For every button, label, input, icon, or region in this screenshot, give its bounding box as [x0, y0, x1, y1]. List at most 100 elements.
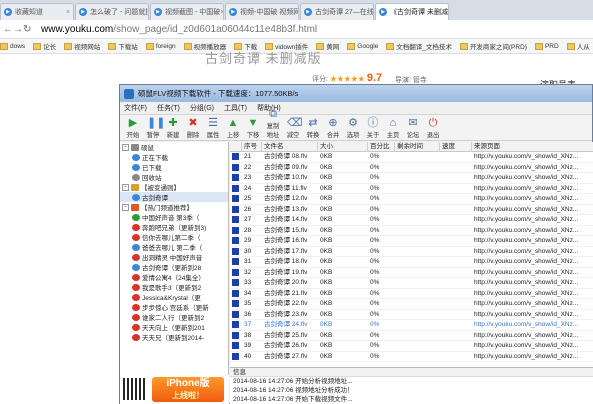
column-header[interactable]: 剩余时间 [395, 142, 440, 151]
toolbar-button[interactable]: ▼ 下移 [244, 117, 262, 139]
toolbar-button[interactable]: ❚❚ 暂停 [144, 117, 166, 139]
column-header[interactable]: 百分比 [368, 142, 395, 151]
toolbar-button[interactable]: ✚ 新建 [164, 117, 182, 139]
row-checkbox[interactable] [230, 173, 242, 183]
table-row[interactable]: 38 古剑奇谭 25.flv 0KB 0% http://v.youku.com/v_s… [230, 331, 593, 341]
row-checkbox[interactable] [230, 163, 242, 173]
tree-item[interactable]: 我是歌手3（更新到2 [120, 282, 228, 292]
row-checkbox[interactable] [230, 226, 242, 236]
bookmark-item[interactable]: 论长 [33, 41, 56, 51]
toolbar-button[interactable]: ⚙ 选项 [344, 117, 362, 139]
toolbar-button[interactable]: ⌫ 减空 [284, 117, 303, 139]
table-row[interactable]: 31 古剑奇谭 18.flv 0KB 0% http://v.youku.com/v_s… [230, 257, 593, 268]
row-checkbox[interactable] [230, 289, 242, 299]
tree-item[interactable]: 天天向上（更新到201 [120, 322, 228, 332]
row-checkbox[interactable] [230, 236, 242, 246]
address-bar[interactable]: ← → ↻ www.youku.com/show_page/id_z0d601a… [0, 20, 593, 39]
collapse-icon[interactable]: - [122, 143, 129, 151]
tree-item[interactable]: 爸爸去哪儿 第二季（ [120, 242, 228, 252]
column-header[interactable]: 文件名 [262, 142, 318, 151]
row-checkbox[interactable] [230, 299, 242, 309]
browser-tab[interactable]: ▶怎么破了 - 问题就搜说× [75, 3, 149, 20]
bookmark-item[interactable]: 下载站 [108, 41, 138, 51]
row-checkbox[interactable] [230, 278, 242, 288]
toolbar-button[interactable]: ⇄ 转换 [304, 117, 322, 139]
row-checkbox[interactable] [230, 268, 242, 278]
table-row[interactable]: 21 古剑奇谭 08.flv 0KB 0% http://v.youku.com/v_s… [230, 152, 593, 163]
column-header[interactable]: 序号 [242, 142, 262, 151]
bookmark-item[interactable]: PRD [534, 42, 559, 50]
toolbar-button[interactable]: ✉ 论坛 [404, 117, 422, 139]
collapse-icon[interactable]: - [122, 183, 129, 191]
tree-item[interactable]: - 【热门频道推荐】 [120, 202, 228, 212]
row-checkbox[interactable] [230, 257, 242, 267]
toolbar-button[interactable]: ⌂ 主页 [384, 117, 402, 139]
tree-item[interactable]: 爱情公寓4（24集全） [120, 272, 228, 282]
toolbar-button[interactable]: ☰ 属性 [204, 117, 222, 139]
category-tree[interactable]: - 硕鼠 正在下载 已下载 回收站 - 【被变通则】 古剑奇谭 - 【热门频道推荐】 中国好声音 第… [120, 142, 229, 404]
row-checkbox[interactable] [230, 320, 242, 330]
toolbar-button[interactable]: ▲ 上移 [224, 117, 242, 139]
row-checkbox[interactable] [230, 331, 242, 341]
table-row[interactable]: 25 古剑奇谭 12.flv 0KB 0% http://v.youku.com/v_s… [230, 194, 593, 205]
url-text[interactable]: www.youku.com/show_page/id_z0d601a06044c… [41, 24, 317, 35]
bookmark-item[interactable]: Google [347, 42, 378, 50]
tree-item[interactable]: Jessica&Krystal（更 [120, 292, 228, 302]
browser-tab[interactable]: ▶古剑奇谭 27—在线观看× [300, 3, 374, 20]
bookmark-item[interactable]: 人从 [566, 41, 590, 51]
tree-item[interactable]: 中国好声音 第3季（ [120, 212, 228, 222]
table-row[interactable]: 28 古剑奇谭 15.flv 0KB 0% http://v.youku.com/v_s… [230, 226, 593, 236]
forward-icon[interactable]: → [13, 24, 23, 35]
tree-item[interactable]: 正在下载 [120, 152, 228, 162]
tree-item[interactable]: 古剑奇谭（更新到28 [120, 262, 228, 272]
toolbar-button[interactable]: ⊕ 合并 [324, 117, 342, 139]
bookmark-item[interactable]: 视频网站 [64, 41, 100, 51]
tree-item[interactable]: 已下载 [120, 162, 228, 172]
menu-item[interactable]: 工具(T) [224, 103, 247, 113]
table-row[interactable]: 39 古剑奇谭 26.flv 0KB 0% http://v.youku.com/v_s… [230, 341, 593, 352]
browser-tab[interactable]: ▶《古剑奇谭 未删减版》第× [375, 3, 449, 20]
column-header[interactable]: 速度 [440, 142, 472, 151]
table-row[interactable]: 33 古剑奇谭 20.flv 0KB 0% http://v.youku.com/v_s… [230, 278, 593, 289]
toolbar-button[interactable]: ⏻ 退出 [424, 117, 442, 139]
table-row[interactable]: 37 古剑奇谭 24.flv 0KB 0% http://v.youku.com/v_s… [230, 320, 593, 331]
row-checkbox[interactable] [230, 247, 242, 257]
table-row[interactable]: 30 古剑奇谭 17.flv 0KB 0% http://v.youku.com/v_s… [230, 247, 593, 257]
column-header[interactable]: 大小 [318, 142, 368, 151]
table-row[interactable]: 26 古剑奇谭 13.flv 0KB 0% http://v.youku.com/v_s… [230, 205, 593, 215]
tree-item[interactable]: 信你去哪儿第二季（ [120, 232, 228, 242]
column-header[interactable] [230, 142, 242, 151]
column-header[interactable]: 来源页面 [472, 142, 593, 151]
table-row[interactable]: 36 古剑奇谭 23.flv 0KB 0% http://v.youku.com/v_s… [230, 310, 593, 320]
tree-item[interactable]: 奔跑吧兄弟（更新到3) [120, 222, 228, 232]
table-row[interactable]: 40 古剑奇谭 27.flv 0KB 0% http://v.youku.com/v_s… [230, 352, 593, 362]
row-checkbox[interactable] [230, 205, 242, 215]
browser-tab[interactable]: ▶ 收藏知道 × [0, 3, 74, 20]
tree-item[interactable]: 步步惊心 宫廷系（更新 [120, 302, 228, 312]
toolbar-button[interactable]: ▶ 开始 [124, 117, 142, 139]
bookmark-item[interactable]: dows [0, 42, 25, 50]
toolbar-button[interactable]: ⓘ 关于 [364, 117, 382, 139]
close-icon[interactable]: × [220, 9, 223, 16]
table-row[interactable]: 24 古剑奇谭 11.flv 0KB 0% http://v.youku.com/v_s… [230, 184, 593, 194]
table-row[interactable]: 22 古剑奇谭 09.flv 0KB 0% http://v.youku.com/v_s… [230, 163, 593, 173]
tree-item[interactable]: - 硕鼠 [120, 142, 228, 152]
back-icon[interactable]: ← [3, 24, 13, 35]
bookmark-item[interactable]: 开发商家之间(PRD) [459, 41, 527, 51]
table-row[interactable]: 23 古剑奇谭 10.flv 0KB 0% http://v.youku.com/v_s… [230, 173, 593, 184]
menu-item[interactable]: 任务(T) [157, 103, 180, 113]
row-checkbox[interactable] [230, 184, 242, 194]
toolbar-button[interactable]: ✖ 删除 [184, 117, 202, 139]
row-checkbox[interactable] [230, 194, 242, 204]
browser-tab[interactable]: ▶ 视频截图 - 中国破 × [150, 3, 224, 20]
browser-tab[interactable]: ▶视频-中国破 视频网站× [225, 3, 299, 20]
menu-item[interactable]: 分组(G) [190, 103, 214, 113]
bookmark-item[interactable]: 文档翻译_文档技术 [386, 41, 452, 51]
collapse-icon[interactable]: - [122, 203, 129, 211]
tree-item[interactable]: 古剑奇谭 [120, 192, 228, 202]
iphone-promo-banner[interactable]: iPhone版 上线啦！ [152, 377, 224, 402]
close-icon[interactable]: × [66, 9, 70, 16]
table-row[interactable]: 29 古剑奇谭 16.flv 0KB 0% http://v.youku.com/v_s… [230, 236, 593, 247]
row-checkbox[interactable] [230, 310, 242, 320]
row-checkbox[interactable] [230, 341, 242, 351]
